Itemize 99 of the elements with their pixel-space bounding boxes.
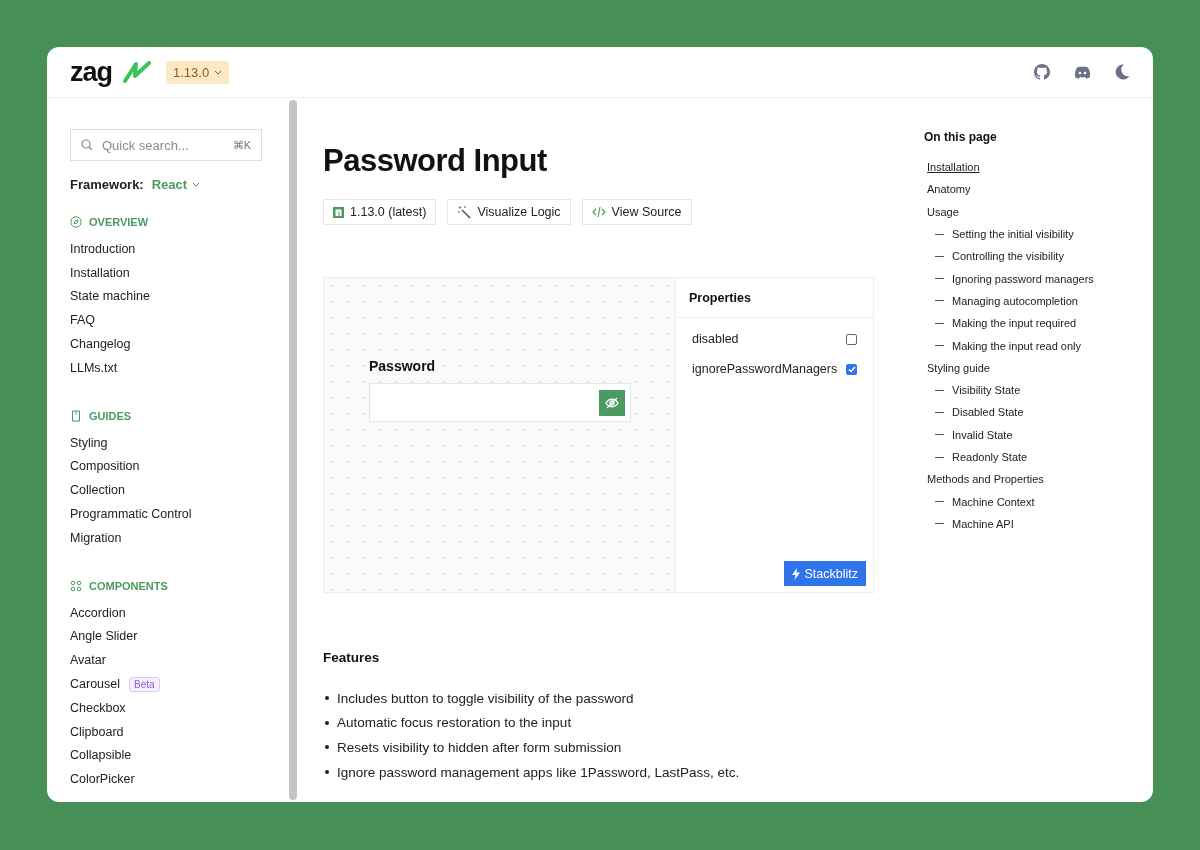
logo-slash-icon [122, 61, 152, 83]
toc-link[interactable]: Invalid State [952, 423, 1013, 446]
section-heading: OVERVIEW [89, 216, 149, 228]
toc-link[interactable]: Installation [924, 156, 1094, 179]
nav-link[interactable]: Avatar [70, 648, 289, 673]
github-button[interactable] [1034, 64, 1050, 80]
nav-link[interactable]: Composition [70, 454, 289, 479]
magic-wand-icon [457, 205, 472, 219]
action-button[interactable]: Visualize Logic [447, 199, 571, 225]
section-heading: COMPONENTS [89, 579, 168, 592]
toc-link[interactable]: Visibility State [952, 378, 1021, 402]
properties-heading: Properties [676, 278, 873, 318]
password-field[interactable] [369, 383, 631, 422]
nav-link[interactable]: Styling [70, 430, 289, 455]
checkbox[interactable] [846, 333, 857, 345]
grid-icon [70, 579, 82, 592]
action-button[interactable]: 1.13.0 (latest) [323, 199, 437, 225]
property-label: ignorePasswordManagers [692, 362, 838, 376]
code-icon [591, 206, 606, 218]
toc-link[interactable]: Managing autocompletion [952, 289, 1078, 313]
dash-icon [935, 255, 944, 257]
logo[interactable]: zag [70, 56, 112, 88]
chevron-down-icon [214, 69, 223, 75]
field-label: Password [369, 358, 437, 374]
dash-icon [935, 456, 944, 458]
toc-link[interactable]: Ignoring password managers [952, 267, 1094, 290]
lightning-icon [791, 567, 800, 580]
feature-text: Ignore password management apps like 1Password, LastPass, etc. [337, 764, 740, 780]
scrollbar[interactable] [289, 100, 297, 800]
toc-link[interactable]: Machine API [952, 512, 1014, 536]
visibility-toggle[interactable] [599, 389, 625, 416]
bullet-icon [325, 696, 329, 701]
toc-link[interactable]: Anatomy [924, 178, 1094, 201]
dash-icon [935, 434, 944, 436]
dash-icon [935, 523, 944, 525]
toc-heading: On this page [924, 130, 998, 144]
dash-icon [935, 501, 944, 503]
nav-link[interactable]: State machine [70, 284, 289, 309]
nav-link[interactable]: Checkbox [70, 695, 289, 720]
search-icon [81, 139, 93, 151]
feature-text: Includes button to toggle visibility of the password [337, 690, 634, 706]
dash-icon [935, 411, 944, 413]
book-icon [70, 409, 82, 422]
nav-link[interactable]: Carousel [70, 672, 121, 696]
toc-link[interactable]: Machine Context [952, 490, 1035, 513]
framework-label: Framework: [70, 177, 144, 192]
eye-off-icon [605, 396, 619, 409]
nav-link[interactable]: Installation [70, 260, 289, 285]
dash-icon [935, 345, 944, 346]
nav-link[interactable]: ColorPicker [70, 767, 289, 792]
feature-text: Automatic focus restoration to the input [337, 715, 572, 731]
toc-link[interactable]: Making the input required [952, 312, 1077, 335]
moon-icon [1115, 64, 1130, 80]
shortcut-hint: ⌘K [232, 138, 251, 152]
nav-link[interactable]: Angle Slider [70, 624, 289, 649]
toc-link[interactable]: Methods and Properties [924, 468, 1094, 491]
version-select[interactable]: 1.13.0 [166, 60, 230, 84]
action-button[interactable]: View Source [581, 199, 692, 225]
discord-button[interactable] [1074, 65, 1091, 79]
dash-icon [935, 322, 944, 324]
nav-link[interactable]: Programmatic Control [70, 502, 289, 526]
nav-link[interactable]: Clipboard [70, 719, 289, 744]
section-heading: Features [323, 650, 381, 665]
toc-link[interactable]: Styling guide [924, 356, 1094, 379]
nav-link[interactable]: Collapsible [70, 743, 289, 768]
compass-icon [70, 216, 82, 228]
chevron-down-icon [192, 182, 201, 187]
search-box[interactable]: Quick search... ⌘K [70, 129, 262, 161]
dash-icon [935, 278, 944, 280]
package-icon [333, 206, 344, 218]
theme-toggle[interactable] [1115, 64, 1130, 80]
toc-link[interactable]: Usage [924, 200, 1094, 223]
dash-icon [935, 300, 944, 302]
nav-link[interactable]: Collection [70, 478, 289, 503]
section-heading: GUIDES [89, 409, 132, 422]
stackblitz-button[interactable]: Stackblitz [783, 561, 866, 586]
toc-link[interactable]: Making the input read only [952, 334, 1082, 357]
toc-link[interactable]: Disabled State [952, 401, 1024, 424]
bullet-icon [325, 745, 329, 750]
property-label: disabled [692, 332, 739, 346]
nav-link[interactable]: Introduction [70, 237, 289, 261]
discord-icon [1074, 65, 1091, 79]
nav-link[interactable]: Changelog [70, 332, 289, 356]
checkbox[interactable] [846, 363, 857, 375]
toc-link[interactable]: Setting the initial visibility [952, 222, 1074, 246]
beta-tag: Beta [129, 676, 160, 692]
nav-link[interactable]: FAQ [70, 308, 289, 333]
dash-icon [935, 233, 944, 235]
bullet-icon [325, 770, 329, 775]
feature-text: Resets visibility to hidden after form submission [337, 740, 622, 755]
bullet-icon [325, 720, 329, 725]
nav-link[interactable]: Accordion [70, 600, 289, 625]
nav-link[interactable]: Migration [70, 525, 289, 550]
github-icon [1034, 64, 1050, 80]
toc-link[interactable]: Controlling the visibility [952, 245, 1064, 268]
page-title: Password Input [323, 143, 548, 179]
nav-link[interactable]: LLMs.txt [70, 356, 289, 380]
toc-link[interactable]: Readonly State [952, 445, 1028, 469]
dash-icon [935, 389, 944, 391]
